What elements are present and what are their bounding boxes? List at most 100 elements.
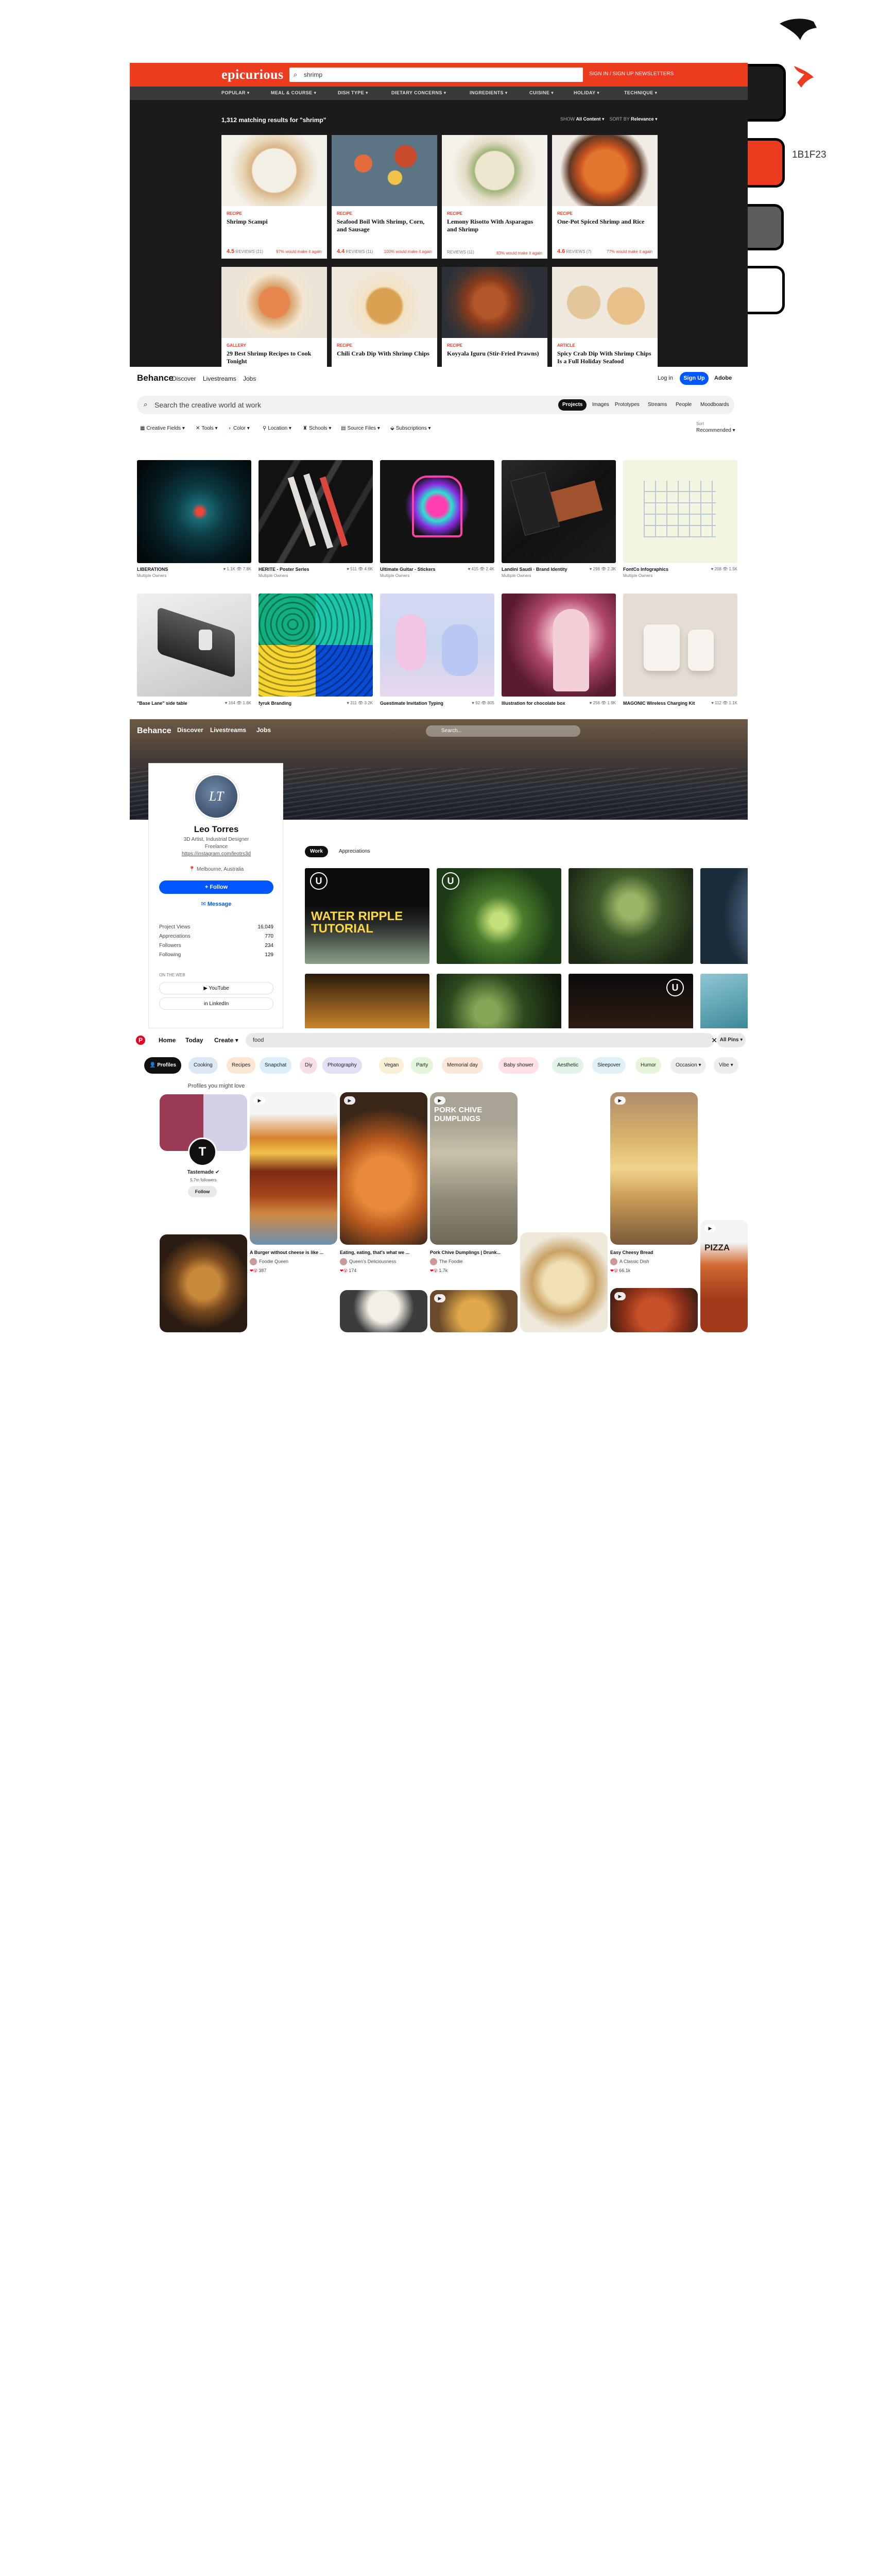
project-thumbnail[interactable]: [502, 460, 616, 563]
nav-item-5[interactable]: CUISINE ▾: [529, 90, 554, 96]
nav-jobs[interactable]: Jobs: [256, 726, 271, 734]
profile-name[interactable]: Tastemade ✔: [160, 1170, 247, 1175]
filter-schools[interactable]: ♜ Schools ▾: [303, 426, 331, 431]
nav-item-6[interactable]: HOLIDAY ▾: [574, 90, 599, 96]
pin-caption[interactable]: Easy Cheesy Bread A Classic Dish 66.1k: [610, 1250, 698, 1273]
stat-following[interactable]: Following 129: [159, 952, 273, 958]
chip-recipes[interactable]: Recipes: [227, 1057, 256, 1074]
youtube-link[interactable]: ▶ YouTube: [159, 982, 273, 994]
chip-profiles[interactable]: 👤 Profiles: [144, 1057, 181, 1074]
project-caption[interactable]: fyruk Branding ♥ 311 👁 3.2K: [259, 701, 373, 706]
recipe-card[interactable]: ARTICLE Spicy Crab Dip With Shrimp Chips…: [552, 267, 658, 367]
filter-subscriptions[interactable]: ⬙ Subscriptions ▾: [390, 426, 431, 431]
show-value[interactable]: All Content ▾: [576, 116, 605, 122]
project-thumbnail[interactable]: [623, 460, 737, 563]
epicurious-logo[interactable]: epicurious: [221, 67, 284, 82]
project-caption[interactable]: Landini Saudi · Brand Identity ♥ 298 👁 2.…: [502, 567, 616, 578]
project-thumbnail[interactable]: [259, 594, 373, 697]
pin-image[interactable]: [520, 1232, 608, 1332]
chip-memorial-day[interactable]: Memorial day: [442, 1057, 484, 1074]
login-link[interactable]: Log in: [658, 375, 673, 381]
filter-tools[interactable]: ✕ Tools ▾: [196, 426, 218, 431]
profile-link[interactable]: https://instagram.com/leotrs3d: [149, 851, 284, 857]
follow-button[interactable]: + Follow: [159, 880, 273, 894]
recipe-card[interactable]: RECIPE One-Pot Spiced Shrimp and Rice 4.…: [552, 135, 658, 259]
card-title[interactable]: Shrimp Scampi: [227, 218, 322, 226]
card-title[interactable]: Seafood Boil With Shrimp, Corn, and Saus…: [337, 218, 432, 233]
pinterest-logo[interactable]: P: [136, 1036, 145, 1045]
project-thumbnail[interactable]: [623, 594, 737, 697]
signup-button[interactable]: Sign Up: [680, 372, 709, 385]
tab-streams[interactable]: Streams: [644, 399, 671, 411]
work-thumbnail[interactable]: [569, 868, 693, 964]
pin-image[interactable]: ▶: [340, 1092, 427, 1245]
filter-location[interactable]: ⚲ Location ▾: [263, 426, 291, 431]
tab-moodboards[interactable]: Moodboards: [696, 399, 733, 411]
pin-caption[interactable]: A Burger without cheese is like ... Foodi…: [250, 1250, 337, 1273]
nav-item-1[interactable]: MEAL & COURSE ▾: [271, 90, 316, 96]
pin-image[interactable]: ▶: [610, 1288, 698, 1332]
filter-creative-fields[interactable]: ▦ Creative Fields ▾: [140, 426, 185, 431]
nav-create[interactable]: Create ▾: [214, 1037, 238, 1044]
nav-discover[interactable]: Discover: [177, 726, 203, 734]
chip-vibe[interactable]: Vibe ▾: [714, 1057, 738, 1074]
work-thumbnail[interactable]: [437, 974, 561, 1028]
nav-item-3[interactable]: DIETARY CONCERNS ▾: [391, 90, 446, 96]
chip-vegan[interactable]: Vegan: [379, 1057, 404, 1074]
message-button[interactable]: ✉ Message: [159, 897, 273, 911]
nav-item-0[interactable]: POPULAR ▾: [221, 90, 250, 96]
recipe-card[interactable]: RECIPE Shrimp Scampi 4.5 REVIEWS (21) 97%…: [221, 135, 327, 259]
nav-livestreams[interactable]: Livestreams: [203, 375, 236, 382]
recipe-card[interactable]: GALLERY 29 Best Shrimp Recipes to Cook T…: [221, 267, 327, 367]
pin-image[interactable]: ▶ PIZZA: [700, 1220, 748, 1332]
project-caption[interactable]: FontCo Infographics ♥ 208 👁 1.5K Multiple …: [623, 567, 737, 578]
pin-image[interactable]: ▶: [610, 1092, 698, 1245]
project-thumbnail[interactable]: [259, 460, 373, 563]
tab-images[interactable]: Images: [588, 399, 613, 411]
pin-image[interactable]: ▶: [250, 1092, 337, 1245]
chip-snapchat[interactable]: Snapchat: [260, 1057, 292, 1074]
tab-work[interactable]: Work: [305, 846, 328, 857]
pin-caption[interactable]: Eating, eating, that's what we ... Queen'…: [340, 1250, 427, 1273]
nav-item-4[interactable]: INGREDIENTS ▾: [470, 90, 508, 96]
chip-party[interactable]: Party: [411, 1057, 434, 1074]
project-caption[interactable]: Ultimate Guitar - Stickers ♥ 415 👁 2.4K Mu…: [380, 567, 494, 578]
chip-occasion[interactable]: Occasion ▾: [670, 1057, 707, 1074]
chip-aesthetic[interactable]: Aesthetic: [552, 1057, 584, 1074]
account-links[interactable]: SIGN IN / SIGN UP NEWSLETTERS: [589, 71, 674, 77]
pin-image[interactable]: [160, 1234, 247, 1332]
sort-controls[interactable]: SHOW All Content ▾ SORT BY Relevance ▾: [560, 116, 658, 122]
recipe-card[interactable]: RECIPE Koyyala Iguru (Stir-Fried Prawns): [442, 267, 547, 367]
tab-people[interactable]: People: [672, 399, 696, 411]
behance-logo[interactable]: Behance: [137, 726, 171, 736]
recipe-card[interactable]: RECIPE Lemony Risotto With Asparagus and…: [442, 135, 547, 259]
linkedin-link[interactable]: in LinkedIn: [159, 997, 273, 1010]
tab-prototypes[interactable]: Prototypes: [611, 399, 644, 411]
card-title[interactable]: Chili Crab Dip With Shrimp Chips: [337, 350, 432, 358]
card-title[interactable]: Lemony Risotto With Asparagus and Shrimp: [447, 218, 542, 233]
work-thumbnail[interactable]: [305, 974, 429, 1028]
nav-today[interactable]: Today: [185, 1037, 203, 1044]
project-thumbnail[interactable]: [380, 594, 494, 697]
chip-baby-shower[interactable]: Baby shower: [498, 1057, 539, 1074]
nav-livestreams[interactable]: Livestreams: [210, 726, 246, 734]
search-input[interactable]: food ✕: [246, 1033, 717, 1047]
work-thumbnail[interactable]: U: [569, 974, 693, 1028]
project-thumbnail[interactable]: [137, 594, 251, 697]
recipe-card[interactable]: RECIPE Chili Crab Dip With Shrimp Chips: [332, 267, 437, 367]
sort-value[interactable]: Relevance ▾: [631, 116, 658, 122]
nav-item-7[interactable]: TECHNIQUE ▾: [624, 90, 657, 96]
behance-logo[interactable]: Behance: [137, 373, 174, 383]
search-input[interactable]: ⌕ shrimp: [289, 67, 583, 82]
chip-cooking[interactable]: Cooking: [188, 1057, 218, 1074]
project-thumbnail[interactable]: [137, 460, 251, 563]
filter-color[interactable]: ◐ Color ▾: [229, 426, 250, 431]
nav-home[interactable]: Home: [159, 1037, 176, 1044]
work-thumbnail[interactable]: [700, 974, 748, 1028]
nav-jobs[interactable]: Jobs: [243, 375, 256, 382]
project-thumbnail[interactable]: [380, 460, 494, 563]
project-thumbnail[interactable]: [502, 594, 616, 697]
nav-item-2[interactable]: DISH TYPE ▾: [338, 90, 368, 96]
search-input[interactable]: Search...: [426, 725, 580, 737]
avatar[interactable]: LT: [194, 774, 239, 819]
